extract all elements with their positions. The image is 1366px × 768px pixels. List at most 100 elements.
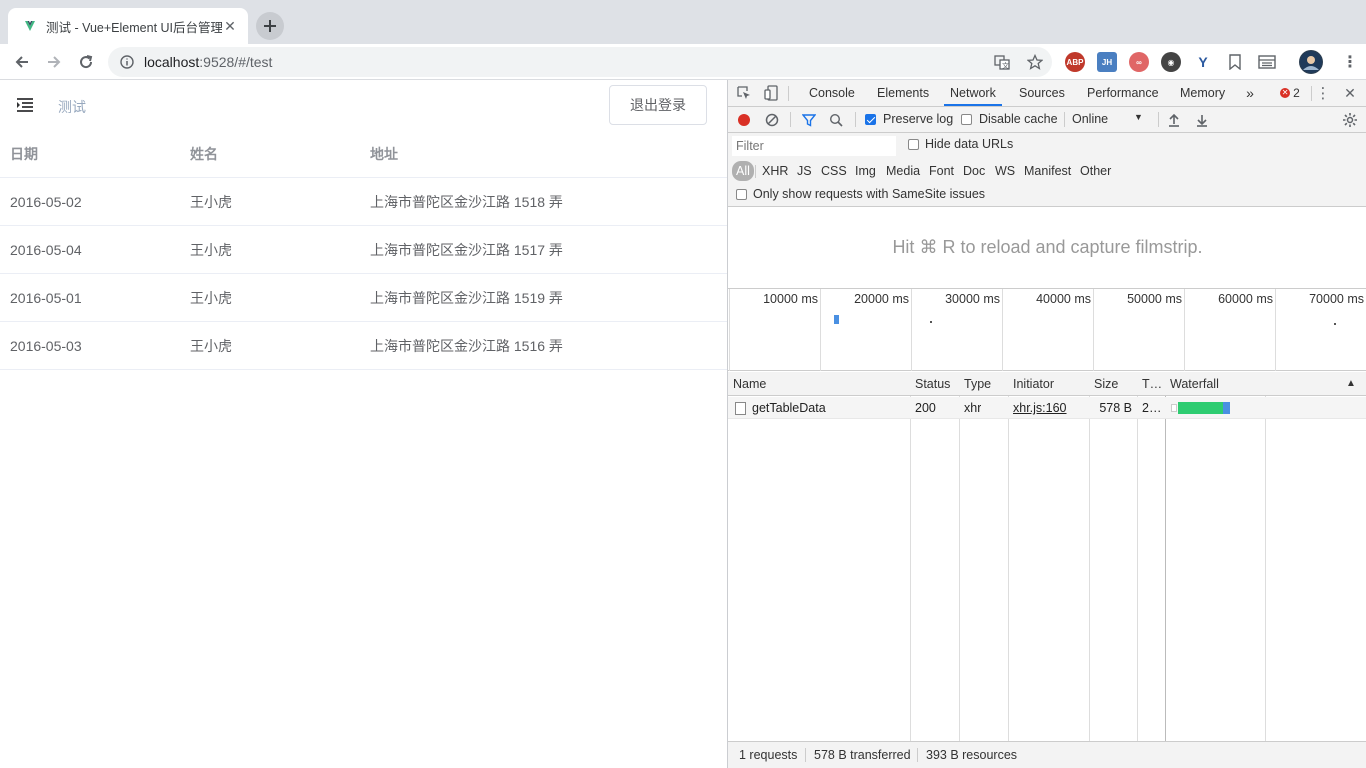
column-header-type[interactable]: Type [964, 372, 991, 396]
forward-button[interactable] [42, 50, 66, 74]
tab-title: 测试 - Vue+Element UI后台管理 [46, 20, 222, 35]
column-header-initiator[interactable]: Initiator [1013, 372, 1054, 396]
request-initiator-link[interactable]: xhr.js:160 [1013, 397, 1067, 419]
type-filter-js[interactable]: JS [797, 161, 812, 181]
column-header-waterfall[interactable]: Waterfall [1170, 372, 1219, 396]
type-filter-doc[interactable]: Doc [963, 161, 985, 181]
tab-console[interactable]: Console [809, 80, 855, 106]
adblock-extension-icon[interactable]: ABP [1065, 52, 1085, 72]
tab-sources[interactable]: Sources [1019, 80, 1065, 106]
network-settings-gear-icon[interactable] [1342, 112, 1358, 128]
link-extension-icon[interactable]: ∞ [1129, 52, 1149, 72]
cell-name: 王小虎 [190, 194, 232, 210]
inspect-element-icon[interactable] [736, 85, 752, 101]
info-icon [120, 55, 134, 69]
waterfall-bar[interactable] [1171, 402, 1231, 414]
arrow-right-icon [48, 56, 61, 68]
filmstrip-area: Hit ⌘ R to reload and capture filmstrip. [728, 207, 1366, 289]
tab-close-icon[interactable]: ✕ [222, 18, 238, 34]
hide-data-urls-checkbox[interactable] [908, 139, 919, 150]
column-header-status[interactable]: Status [915, 372, 950, 396]
tab-performance[interactable]: Performance [1087, 80, 1159, 106]
type-filter-all[interactable]: All [732, 161, 754, 181]
type-filter-other[interactable]: Other [1080, 161, 1111, 181]
browser-menu-icon[interactable]: ⋮ [1340, 52, 1360, 72]
devtools-close-icon[interactable]: ✕ [1342, 85, 1358, 101]
samesite-checkbox[interactable] [736, 189, 747, 200]
address-bar[interactable]: localhost:9528/#/test [108, 47, 1052, 77]
tab-memory[interactable]: Memory [1180, 80, 1225, 106]
app-header: 测试 退出登录 [0, 80, 727, 130]
table-row: 2016-05-02 王小虎 上海市普陀区金沙江路 1518 弄 [0, 178, 727, 226]
type-filter-img[interactable]: Img [855, 161, 876, 181]
export-har-icon[interactable] [1194, 112, 1210, 128]
preserve-log-label: Preserve log [883, 112, 954, 126]
overview-tick: 10000 ms [763, 292, 818, 306]
more-tabs-icon[interactable]: » [1242, 85, 1258, 101]
logout-button[interactable]: 退出登录 [609, 85, 707, 125]
column-header-time[interactable]: T… [1142, 372, 1162, 396]
new-tab-button[interactable] [256, 12, 284, 40]
network-summary-bar: 1 requests 578 B transferred 393 B resou… [728, 741, 1366, 768]
overview-tick: 30000 ms [945, 292, 1000, 306]
network-toolbar: Preserve log Disable cache Online ▼ [728, 107, 1366, 133]
overview-tick: 20000 ms [854, 292, 909, 306]
disable-cache-label: Disable cache [979, 112, 1058, 126]
import-har-icon[interactable] [1166, 112, 1182, 128]
cell-address: 上海市普陀区金沙江路 1516 弄 [370, 338, 563, 354]
devtools-menu-icon[interactable]: ⋮ [1315, 85, 1331, 102]
breadcrumb: 测试 [58, 99, 86, 115]
eye-extension-icon[interactable]: ◉ [1161, 52, 1181, 72]
profile-avatar[interactable] [1299, 50, 1323, 74]
column-header-address: 地址 [370, 146, 398, 162]
back-button[interactable] [10, 50, 34, 74]
hamburger-icon[interactable] [16, 97, 34, 113]
reload-icon [80, 55, 93, 69]
type-filter-ws[interactable]: WS [995, 161, 1015, 181]
cell-name: 王小虎 [190, 242, 232, 258]
overview-dot [1334, 323, 1336, 325]
tab-elements[interactable]: Elements [877, 80, 929, 106]
error-counter[interactable]: ✕ 2 [1275, 85, 1305, 101]
tab-network[interactable]: Network [944, 80, 1002, 106]
data-table: 日期 姓名 地址 2016-05-02 王小虎 上海市普陀区金沙江路 1518 … [0, 130, 727, 370]
network-overview[interactable]: 10000 ms 20000 ms 30000 ms 40000 ms 5000… [728, 289, 1366, 371]
type-filter-manifest[interactable]: Manifest [1024, 161, 1071, 181]
filter-icon[interactable] [801, 112, 817, 128]
cell-address: 上海市普陀区金沙江路 1517 弄 [370, 242, 563, 258]
clear-icon[interactable] [764, 112, 780, 128]
request-name[interactable]: getTableData [752, 397, 826, 419]
overview-tick: 50000 ms [1127, 292, 1182, 306]
translate-icon[interactable]: 文 [991, 51, 1013, 73]
record-icon[interactable] [736, 112, 752, 128]
throttling-select[interactable]: Online ▼ [1072, 112, 1144, 126]
sort-ascending-icon[interactable]: ▲ [1346, 372, 1356, 396]
disable-cache-checkbox[interactable] [961, 114, 972, 125]
document-icon [735, 402, 746, 415]
cell-date: 2016-05-03 [10, 338, 82, 354]
search-icon[interactable] [828, 112, 844, 128]
type-filter-css[interactable]: CSS [821, 161, 847, 181]
cell-date: 2016-05-04 [10, 242, 82, 258]
vue-devtools-extension-icon[interactable]: Y [1193, 52, 1213, 72]
request-size: 578 B [1099, 401, 1132, 415]
hide-data-urls-label: Hide data URLs [925, 137, 1014, 151]
bookmark-manager-icon[interactable] [1225, 52, 1245, 72]
jsonhandle-extension-icon[interactable]: JH [1097, 52, 1117, 72]
column-header-size[interactable]: Size [1094, 372, 1118, 396]
request-row[interactable]: getTableData 200 xhr xhr.js:160 578 B 2… [728, 397, 1366, 419]
type-filter-xhr[interactable]: XHR [762, 161, 788, 181]
type-filter-media[interactable]: Media [886, 161, 920, 181]
reload-button[interactable] [74, 50, 98, 74]
bookmark-star-icon[interactable] [1024, 51, 1046, 73]
preserve-log-checkbox[interactable] [865, 114, 876, 125]
devtools-panel: Console Elements Network Sources Perform… [727, 80, 1366, 768]
filter-input[interactable]: Filter [732, 136, 896, 156]
cell-date: 2016-05-02 [10, 194, 82, 210]
type-filter-font[interactable]: Font [929, 161, 954, 181]
dropdown-arrow-icon: ▼ [1134, 112, 1143, 122]
window-extension-icon[interactable] [1257, 52, 1277, 72]
column-header-name[interactable]: Name [733, 372, 766, 396]
browser-tab[interactable]: 测试 - Vue+Element UI后台管理 ✕ [8, 8, 248, 44]
device-toolbar-icon[interactable] [763, 85, 779, 101]
